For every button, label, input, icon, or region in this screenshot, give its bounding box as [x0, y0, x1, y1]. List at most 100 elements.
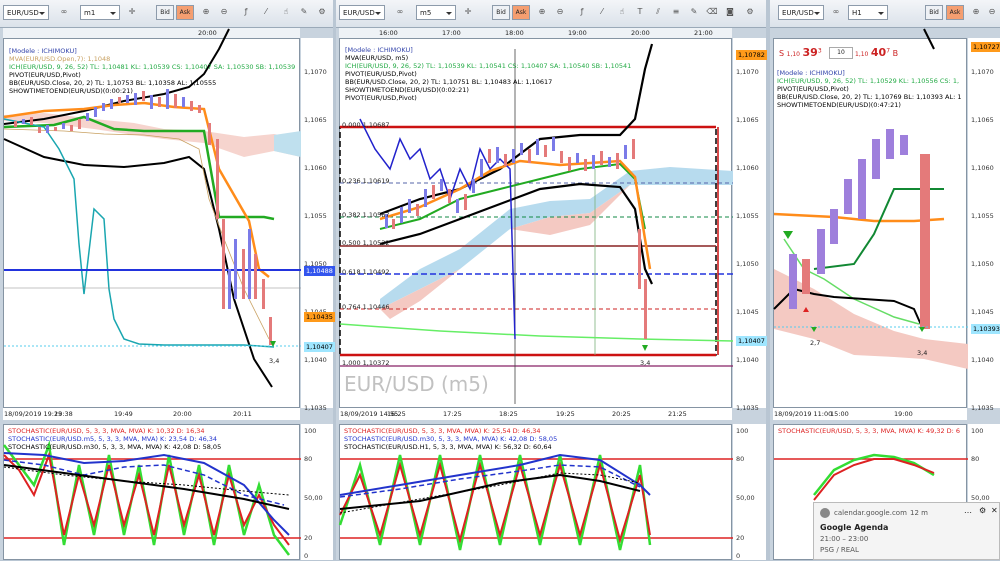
more-icon[interactable]: …	[964, 506, 972, 515]
price-tick: 1,1055	[736, 212, 759, 220]
top-time-label: 18:00	[505, 29, 524, 37]
link-icon[interactable]: ∞	[394, 6, 406, 18]
stochastic-pane[interactable]: STOCHASTIC(EUR/USD, 5, 3, 3, MVA, MVA) K…	[338, 424, 733, 560]
price-axis[interactable]: 1,10701,10651,10601,10551,10501,10451,10…	[301, 38, 335, 412]
toolbar: EUR/USD ∞ H1 Bid Ask ⊕ ⊖	[770, 0, 1000, 28]
notification-toast[interactable]: calendar.google.com 12 m … ⚙ ✕ Google Ag…	[813, 502, 1000, 560]
bid-button[interactable]: Bid	[925, 5, 943, 20]
time-axis[interactable]: 18/09/2019 11:00 15:00 19:00	[773, 408, 967, 420]
time-label: 20:11	[233, 410, 252, 418]
stochastic-tick: 0	[304, 552, 309, 560]
stochastic-pane[interactable]: STOCHASTIC(EUR/USD, 5, 3, 3, MVA, MVA) K…	[3, 424, 301, 560]
bid-button[interactable]: Bid	[156, 5, 174, 20]
symbol-select[interactable]: EUR/USD	[778, 5, 824, 20]
camera-icon[interactable]: ◙	[724, 6, 736, 18]
time-label: 19:38	[54, 410, 73, 418]
legend-line: PIVOT(EUR/USD,Pivot)	[345, 94, 417, 102]
legend-line: [Modele : ICHIMOKU]	[777, 69, 845, 77]
sell-button[interactable]: S 1,10 393	[779, 46, 822, 59]
stochastic-legend-line: STOCHASTIC(EUR/USD.m30, 5, 3, 3, MVA, MV…	[8, 443, 222, 451]
pencil-icon[interactable]: ✎	[688, 6, 700, 18]
price-tick: 1,1070	[971, 68, 994, 76]
top-time-label: 17:00	[442, 29, 461, 37]
stochastic-legend-line: STOCHASTIC(EUR/USD.m5, 5, 3, 3, MVA, MVA…	[8, 435, 218, 443]
price-tick: 1,1035	[736, 404, 759, 412]
stochastic-tick: 50,00	[304, 494, 323, 502]
timeframe-select[interactable]: m1	[80, 5, 120, 20]
fibonacci-level-label: 0,618 1,10492	[342, 268, 390, 276]
fibonacci-level-label: 1,000 1,10372	[342, 359, 390, 367]
zoom-in-icon[interactable]: ⊕	[536, 6, 548, 18]
price-tick: 1,1035	[304, 404, 327, 412]
stochastic-tick: 80	[736, 455, 745, 463]
annotation-label: 3,4	[917, 349, 928, 357]
calendar-icon	[820, 508, 830, 518]
stochastic-tick: 80	[971, 455, 980, 463]
indicator-icon[interactable]: ƒ	[240, 6, 252, 18]
time-label: 19:49	[114, 410, 133, 418]
ask-button[interactable]: Ask	[946, 5, 964, 20]
fibonacci-level-label: 0,000 1,10687	[342, 121, 390, 129]
text-tool-icon[interactable]: T	[634, 6, 646, 18]
line-tool-icon[interactable]: ⁄	[596, 6, 608, 18]
symbol-select[interactable]: EUR/USD	[3, 5, 49, 20]
price-axis[interactable]: 1,10701,10651,10601,10551,10501,10451,10…	[733, 38, 767, 412]
legend-line: ICH(EUR/USD, 9, 26, 52) TL: 1,10529 KL: …	[777, 77, 960, 85]
chart-window-m5: EUR/USD ∞ m5 ✛ Bid Ask ⊕ ⊖ ƒ ⁄ ☝ T ⫽ ≡ ✎…	[336, 0, 767, 560]
crosshair-icon[interactable]: ✛	[462, 6, 474, 18]
price-chart-h1[interactable]: S 1,10 393 10 1,10 407 B [Modele : ICHIM…	[773, 28, 968, 408]
settings-icon[interactable]: ⚙	[979, 506, 986, 515]
time-label: 19:00	[894, 410, 913, 418]
price-chart-m1[interactable]: [Modele : ICHIMOKU] MVA(EUR/USD.Open,7): …	[3, 28, 301, 408]
price-chart-m5[interactable]: EUR/USD (m5) [Modele : ICHIMOKU] MVA(EUR/…	[339, 38, 734, 408]
close-icon[interactable]: ✕	[991, 506, 998, 515]
lot-input[interactable]: 10	[829, 47, 853, 59]
stochastic-tick: 50,00	[971, 494, 990, 502]
line-tool-icon[interactable]: ⁄	[260, 6, 272, 18]
price-tick: 1,1060	[304, 164, 327, 172]
zoom-out-icon[interactable]: ⊖	[554, 6, 566, 18]
time-axis[interactable]: 18/09/2019 14:55 16:25 17:25 18:25 19:25 20:2…	[339, 408, 732, 420]
signal-arrow-icon	[642, 345, 648, 351]
price-tick: 1,1055	[971, 212, 994, 220]
price-axis[interactable]: 1,10701,10651,10601,10551,10501,10451,10…	[968, 38, 1000, 412]
settings-icon[interactable]: ⚙	[316, 6, 328, 18]
ask-button[interactable]: Ask	[512, 5, 530, 20]
ask-button[interactable]: Ask	[176, 5, 194, 20]
price-tag: 1,10435	[304, 312, 335, 322]
top-time-label: 21:00	[694, 29, 713, 37]
legend-line: ICH(EUR/USD, 9, 26, 52) TL: 1,10481 KL: …	[9, 63, 296, 71]
time-axis[interactable]: 18/09/2019 19:23 19:38 19:49 20:00 20:11	[3, 408, 300, 420]
indicator-icon[interactable]: ƒ	[576, 6, 588, 18]
settings-icon[interactable]: ⚙	[744, 6, 756, 18]
annotation-label: 3,4	[640, 359, 651, 367]
zoom-out-icon[interactable]: ⊖	[218, 6, 230, 18]
eraser-icon[interactable]: ⌫	[706, 6, 718, 18]
time-label: 15:00	[830, 410, 849, 418]
crosshair-icon[interactable]: ✛	[126, 6, 138, 18]
channel-icon[interactable]: ⫽	[652, 6, 664, 18]
price-tag: 1,10727	[971, 42, 1000, 52]
link-icon[interactable]: ∞	[830, 6, 842, 18]
zoom-out-icon[interactable]: ⊖	[986, 6, 998, 18]
pencil-icon[interactable]: ✎	[298, 6, 310, 18]
timeframe-select[interactable]: H1	[848, 5, 888, 20]
legend-line: [Modele : ICHIMOKU]	[345, 46, 413, 54]
time-label: 19:25	[556, 410, 575, 418]
symbol-select[interactable]: EUR/USD	[339, 5, 385, 20]
buy-button[interactable]: 1,10 407 B	[855, 46, 898, 59]
notification-title: Google Agenda	[820, 523, 889, 532]
link-icon[interactable]: ∞	[58, 6, 70, 18]
fibonacci-icon[interactable]: ≡	[670, 6, 682, 18]
hand-icon[interactable]: ☝	[616, 6, 628, 18]
zoom-in-icon[interactable]: ⊕	[200, 6, 212, 18]
stochastic-tick: 50,00	[736, 494, 755, 502]
legend-line: SHOWTIMETOEND(EUR/USD)(0:47:21)	[777, 101, 901, 109]
bid-button[interactable]: Bid	[492, 5, 510, 20]
price-tick: 1,1070	[736, 68, 759, 76]
price-tick: 1,1050	[736, 260, 759, 268]
hand-icon[interactable]: ☝	[280, 6, 292, 18]
stochastic-legend-line: STOCHASTIC(EUR/USD, 5, 3, 3, MVA, MVA) K…	[344, 427, 541, 435]
timeframe-select[interactable]: m5	[416, 5, 456, 20]
zoom-in-icon[interactable]: ⊕	[970, 6, 982, 18]
